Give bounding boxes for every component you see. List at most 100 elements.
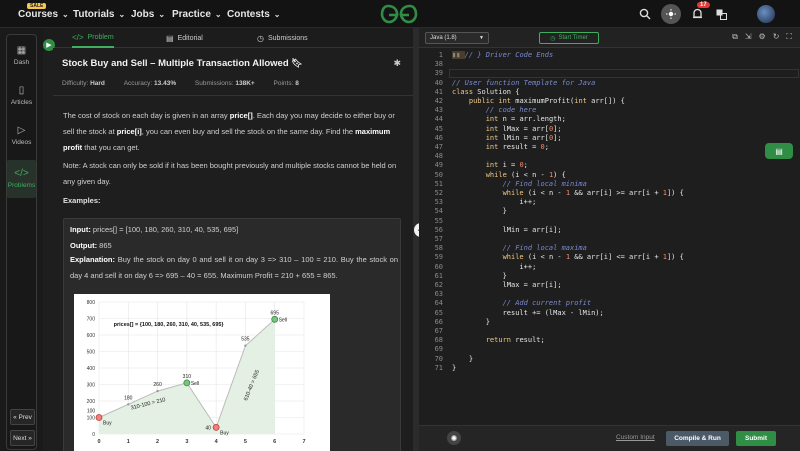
code-line[interactable]: } [452, 318, 490, 327]
code-line[interactable]: } [452, 272, 507, 281]
submissions-value: 138K+ [235, 80, 255, 87]
x-tick-label: 7 [302, 439, 305, 445]
code-line[interactable]: while (i < n - 1) { [452, 171, 566, 180]
code-line[interactable]: int result = 0; [452, 143, 549, 152]
x-tick-label: 2 [156, 439, 159, 445]
nav-practice-label: Practice [172, 9, 211, 20]
divider [53, 95, 413, 96]
line-number: 51 [434, 179, 443, 188]
nav-courses[interactable]: SALE Courses ⌄ [18, 3, 69, 20]
code-line[interactable]: lMax = arr[i]; [452, 281, 562, 290]
x-tick-label: 6 [273, 439, 276, 445]
input-label: Input: [70, 225, 91, 234]
data-label: 310 [183, 374, 192, 380]
next-button[interactable]: Next » [10, 430, 35, 446]
line-number: 58 [434, 244, 443, 253]
bug-report-icon[interactable]: ✱ [393, 58, 401, 69]
code-line[interactable]: } [452, 207, 507, 216]
sidebar-item-articles[interactable]: ▯ Articles [7, 85, 36, 106]
code-line[interactable]: i++; [452, 263, 536, 272]
prev-button[interactable]: « Prev [10, 409, 35, 425]
y-tick-label: 800 [87, 300, 96, 306]
gfg-logo[interactable] [380, 3, 418, 25]
difficulty-label: Difficulty: [62, 80, 89, 87]
notification-badge: 17 [697, 2, 710, 8]
code-line[interactable]: result += (lMax - lMin); [452, 309, 604, 318]
code-line[interactable]: int n = arr.length; [452, 115, 566, 124]
theme-toggle-icon[interactable] [661, 4, 681, 24]
export-icon[interactable]: ⇲ [745, 32, 752, 42]
sidebar-item-problems[interactable]: </> Problems [7, 160, 36, 198]
data-point [156, 389, 159, 393]
code-line[interactable]: // Add current profit [452, 299, 592, 308]
code-line[interactable]: int i = 0; [452, 161, 528, 170]
nav-jobs[interactable]: Jobs ⌄ [131, 9, 165, 20]
start-timer-button[interactable]: ◷ Start Timer [539, 32, 599, 44]
copy-icon[interactable]: ⧉ [732, 32, 738, 42]
code-line[interactable]: } [452, 364, 456, 373]
example-output: Output: 865 [70, 241, 112, 250]
line-number: 55 [434, 216, 443, 225]
code-area[interactable]: 1 ▮▮ // } Driver Code Ends 38 39 40 // User f… [419, 49, 800, 449]
top-navbar: SALE Courses ⌄ Tutorials ⌄ Jobs ⌄ Practice ⌄… [0, 0, 800, 28]
code-line[interactable]: ▮▮ // } Driver Code Ends [452, 51, 553, 60]
editor-tools: ⧉ ⇲ ⚙︎ ↻ ⛶ [732, 32, 792, 42]
code-line[interactable]: // code here [452, 106, 537, 115]
sidebar-item-dash[interactable]: ▦ Dash [7, 45, 36, 66]
input-value: prices[] = [100, 180, 260, 310, 40, 535,… [90, 225, 239, 234]
bell-icon[interactable] [690, 7, 704, 21]
problem-meta: Difficulty: Hard Accuracy: 13.43% Submis… [62, 80, 299, 87]
code-line[interactable]: int lMin = arr[0]; [452, 134, 562, 143]
nav-contests[interactable]: Contests ⌄ [227, 9, 281, 20]
tab-label: Submissions [267, 34, 308, 42]
problem-title: Stock Buy and Sell – Multiple Transactio… [62, 58, 289, 69]
language-select[interactable]: Java (1.8) ▼ [425, 32, 489, 44]
data-label: 40 [205, 425, 211, 431]
nav-courses-label: Courses [18, 9, 59, 20]
search-icon[interactable] [638, 7, 652, 21]
avatar[interactable] [757, 5, 775, 23]
example-chart: 0 100 200 300 400 500 600 700 800 0 1 2 3 4 5 6 7 100 180 2… [74, 294, 330, 451]
fullscreen-icon[interactable]: ⛶ [786, 32, 792, 42]
y-tick-label: 700 [87, 317, 96, 323]
code-line[interactable]: // Find local minima [452, 180, 587, 189]
tab-submissions[interactable]: ◷ Submissions [257, 28, 308, 48]
code-line[interactable]: while (i < n - 1 && arr[i] >= arr[i + 1]… [452, 189, 684, 198]
nav-practice[interactable]: Practice ⌄ [172, 9, 222, 20]
chevron-down-icon: ⌄ [273, 10, 281, 19]
code-line[interactable]: return result; [452, 336, 545, 345]
reset-icon[interactable]: ↻ [773, 32, 780, 42]
code-line[interactable]: // User function Template for Java [452, 79, 595, 88]
code-line[interactable]: int lMax = arr[0]; [452, 125, 562, 134]
translate-icon[interactable] [714, 7, 728, 21]
explanation-label: Explanation: [70, 255, 116, 264]
code-line[interactable]: while (i < n - 1 && arr[i] <= arr[i + 1]… [452, 253, 684, 262]
line-number: 41 [434, 87, 443, 96]
chevron-down-icon: ⌄ [118, 10, 126, 19]
code-line[interactable]: i++; [452, 198, 536, 207]
line-number: 45 [434, 124, 443, 133]
custom-input-link[interactable]: Custom Input [616, 434, 655, 441]
line-number: 64 [434, 299, 443, 308]
tab-editorial[interactable]: ▤ Editorial [166, 28, 203, 48]
code-line[interactable]: public int maximumProfit(int arr[]) { [452, 97, 625, 106]
chat-icon[interactable]: ▤ [765, 143, 793, 159]
desc-text: The cost of stock on each day is given i… [63, 111, 230, 120]
lightbulb-icon[interactable]: ✺ [447, 431, 461, 445]
compile-run-button[interactable]: Compile & Run [666, 431, 729, 446]
code-line[interactable]: class Solution { [452, 88, 519, 97]
code-line[interactable]: // Find local maxima [452, 244, 587, 253]
nav-tutorials[interactable]: Tutorials ⌄ [73, 9, 125, 20]
submit-button[interactable]: Submit [736, 431, 776, 446]
line-number: 60 [434, 262, 443, 271]
bookmark-icon[interactable]: 🔖︎ [291, 58, 302, 68]
sidebar-item-videos[interactable]: ▷ Videos [7, 125, 36, 146]
tab-problem[interactable]: </> Problem [72, 28, 114, 48]
problem-tabs: </> Problem ▤ Editorial ◷ Submissions [43, 28, 413, 48]
y-tick-label: 600 [87, 333, 96, 339]
sidebar-item-label: Dash [13, 59, 30, 66]
code-line[interactable]: } [452, 355, 473, 364]
line-number: 65 [434, 308, 443, 317]
code-line[interactable]: lMin = arr[i]; [452, 226, 562, 235]
settings-icon[interactable]: ⚙︎ [759, 32, 766, 42]
